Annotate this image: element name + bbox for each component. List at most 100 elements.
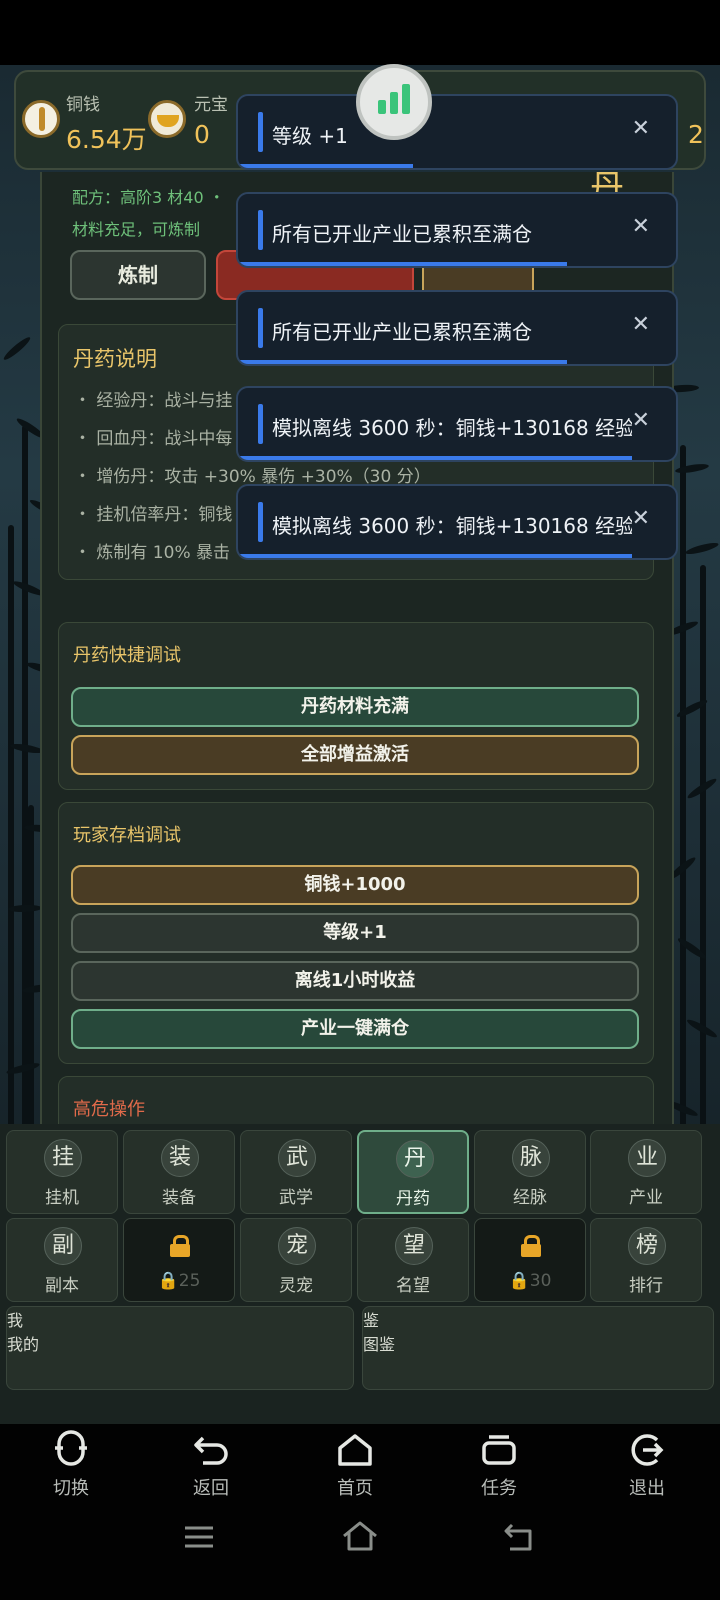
toast-notification: 等级 +1 ✕: [236, 94, 678, 170]
level-up-button[interactable]: 等级+1: [71, 913, 639, 953]
bar-chart-icon-bar: [402, 84, 410, 114]
copper-label: 铜钱: [66, 95, 100, 115]
android-nav-bar: [0, 1504, 720, 1600]
tasks-button[interactable]: 任务: [454, 1430, 544, 1500]
nav-glyph-icon: 丹: [396, 1140, 434, 1178]
close-icon[interactable]: ✕: [632, 506, 650, 531]
close-icon[interactable]: ✕: [632, 408, 650, 433]
toast-progress: [238, 262, 567, 266]
nav-tab[interactable]: 武武学: [240, 1130, 352, 1214]
fill-industry-button[interactable]: 产业一键满仓: [71, 1009, 639, 1049]
nav-glyph-icon: 挂: [44, 1139, 82, 1177]
description-title: 丹药说明: [73, 347, 157, 371]
switch-icon: [51, 1430, 91, 1470]
craft-button[interactable]: 炼制: [70, 250, 206, 300]
nav-tab[interactable]: 脉经脉: [474, 1130, 586, 1214]
home-label: 首页: [337, 1478, 373, 1499]
close-icon[interactable]: ✕: [632, 214, 650, 239]
switch-label: 切换: [53, 1478, 89, 1499]
bar-chart-icon-bar: [390, 92, 398, 114]
recipe-line: 配方：高阶3 材40 ・: [72, 188, 225, 207]
nav-tab-label: 图鉴: [363, 1335, 396, 1354]
stats-float-button[interactable]: [356, 64, 432, 140]
bamboo-leaf: [7, 904, 43, 913]
toast-message: 所有已开业产业已累积至满仓: [272, 222, 532, 246]
nav-tab[interactable]: 我我的: [6, 1306, 354, 1390]
nav-tab-label: 挂机: [45, 1188, 79, 1208]
nav-glyph-icon: 鉴: [363, 1311, 380, 1330]
lock-icon: [170, 1235, 190, 1257]
back-label: 返回: [193, 1478, 229, 1499]
toast-message: 模拟离线 3600 秒：铜钱+130168 经验+: [272, 514, 632, 538]
nav-tab-label: 副本: [45, 1276, 79, 1296]
nav-tab-label: 排行: [629, 1276, 663, 1296]
description-line: ・ 炼制有 10% 暴击: [74, 543, 230, 563]
nav-glyph-icon: 武: [278, 1139, 316, 1177]
exit-icon: [627, 1430, 667, 1470]
toast-accent-bar: [258, 112, 263, 152]
nav-glyph-icon: 我: [7, 1311, 24, 1330]
toast-message: 模拟离线 3600 秒：铜钱+130168 经验+: [272, 416, 632, 440]
back-button[interactable]: 返回: [166, 1430, 256, 1500]
tasks-label: 任务: [481, 1478, 517, 1499]
nav-glyph-icon: 榜: [628, 1227, 666, 1265]
toast-notification: 所有已开业产业已累积至满仓 ✕: [236, 192, 678, 268]
bamboo-leaf: [1, 334, 33, 363]
toast-accent-bar: [258, 308, 263, 348]
close-icon[interactable]: ✕: [632, 116, 650, 141]
pill-debug-card: 丹药快捷调试 丹药材料充满 全部增益激活: [58, 622, 654, 790]
nav-tab[interactable]: 丹丹药: [357, 1130, 469, 1214]
toast-progress: [238, 164, 414, 168]
toast-notification: 所有已开业产业已累积至满仓 ✕: [236, 290, 678, 366]
toast-progress: [238, 554, 633, 558]
toast-accent-bar: [258, 404, 263, 444]
copper-coin-icon: [22, 100, 60, 138]
nav-tab[interactable]: 挂挂机: [6, 1130, 118, 1214]
locked-level-label: 🔒30: [508, 1271, 552, 1291]
description-line: ・ 挂机倍率丹：铜钱: [74, 505, 233, 525]
save-debug-title: 玩家存档调试: [73, 825, 181, 846]
nav-tab-label: 丹药: [396, 1189, 430, 1209]
nav-tab[interactable]: 鉴图鉴: [362, 1306, 714, 1390]
copper-plus-button[interactable]: 铜钱+1000: [71, 865, 639, 905]
craft-status: 材料充足，可炼制: [72, 220, 201, 239]
nav-tab[interactable]: 榜排行: [590, 1218, 702, 1302]
menu-icon[interactable]: [182, 1520, 216, 1554]
nav-tab[interactable]: 宠灵宠: [240, 1218, 352, 1302]
nav-glyph-icon: 脉: [512, 1139, 550, 1177]
toast-accent-bar: [258, 210, 263, 250]
resource-partial-value: 2: [688, 120, 704, 149]
locked-tab: 🔒25: [123, 1218, 235, 1302]
locked-level-label: 🔒25: [157, 1271, 201, 1291]
switch-button[interactable]: 切换: [26, 1430, 116, 1500]
android-home-icon[interactable]: [340, 1518, 380, 1554]
toast-message: 所有已开业产业已累积至满仓: [272, 320, 532, 344]
pill-debug-title: 丹药快捷调试: [73, 645, 181, 666]
nav-tab[interactable]: 副副本: [6, 1218, 118, 1302]
nav-glyph-icon: 业: [628, 1139, 666, 1177]
bar-chart-icon: [378, 100, 386, 114]
exit-label: 退出: [629, 1478, 665, 1499]
lock-icon: [521, 1235, 541, 1257]
fill-materials-button[interactable]: 丹药材料充满: [71, 687, 639, 727]
android-back-icon[interactable]: [502, 1520, 536, 1554]
toast-notification: 模拟离线 3600 秒：铜钱+130168 经验+ ✕: [236, 484, 678, 560]
home-button[interactable]: 首页: [310, 1430, 400, 1500]
toast-message: 等级 +1: [272, 124, 348, 148]
toast-progress: [238, 456, 633, 460]
nav-tab-label: 武学: [279, 1188, 313, 1208]
exit-button[interactable]: 退出: [602, 1430, 692, 1500]
ingot-icon: [148, 100, 186, 138]
nav-tab[interactable]: 装装备: [123, 1130, 235, 1214]
nav-tab[interactable]: 业产业: [590, 1130, 702, 1214]
activate-all-buffs-button[interactable]: 全部增益激活: [71, 735, 639, 775]
bamboo-leaf: [684, 540, 720, 557]
nav-tab-label: 产业: [629, 1188, 663, 1208]
ingot-label: 元宝: [194, 95, 228, 115]
description-line: ・ 回血丹：战斗中每: [74, 429, 233, 449]
nav-tab[interactable]: 望名望: [357, 1218, 469, 1302]
close-icon[interactable]: ✕: [632, 312, 650, 337]
save-debug-card: 玩家存档调试 铜钱+1000 等级+1 离线1小时收益 产业一键满仓: [58, 802, 654, 1064]
home-icon: [335, 1430, 375, 1470]
offline-income-button[interactable]: 离线1小时收益: [71, 961, 639, 1001]
